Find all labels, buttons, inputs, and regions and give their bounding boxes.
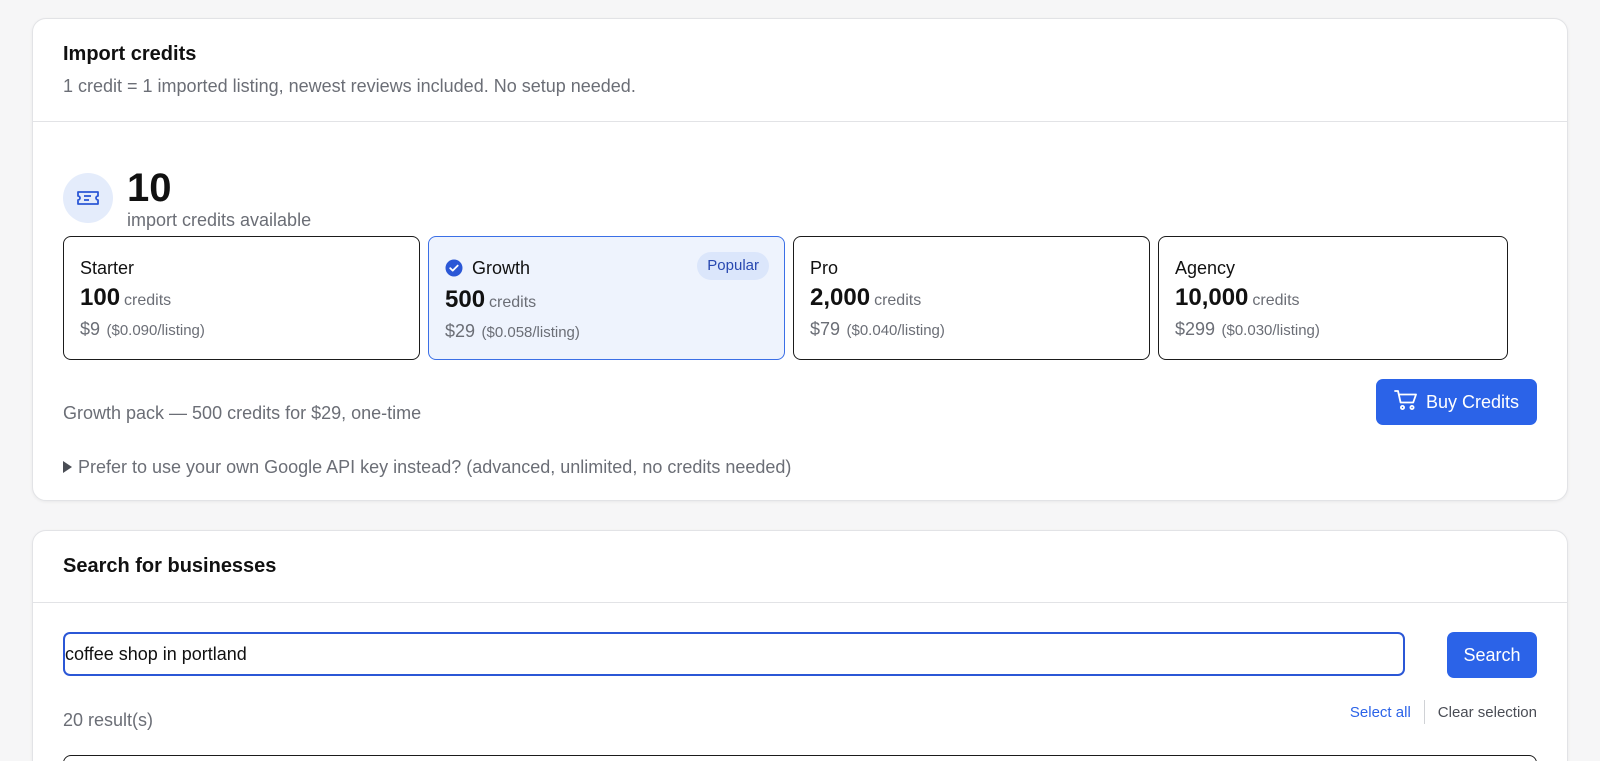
search-businesses-card: Search for businesses Search 20 result(s…	[32, 530, 1568, 761]
select-all-link[interactable]: Select all	[1350, 704, 1424, 721]
pack-credits-value: 10,000	[1175, 284, 1249, 311]
import-credits-subtitle: 1 credit = 1 imported listing, newest re…	[63, 76, 636, 96]
pack-credits: 100 credits	[80, 285, 403, 314]
search-businesses-title: Search for businesses	[63, 555, 277, 577]
import-credits-title: Import credits	[63, 43, 197, 65]
selection-actions: Select all Clear selection	[1350, 699, 1537, 725]
pack-price: $29 ($0.058/listing)	[445, 320, 768, 344]
pack-name: Starter	[80, 258, 135, 278]
pack-price: $79 ($0.040/listing)	[810, 318, 1133, 342]
pack-credits-unit: credits	[489, 294, 537, 311]
pack-name: Pro	[810, 258, 839, 278]
pack-credits-unit: credits	[1252, 292, 1300, 309]
business-search-input[interactable]	[63, 632, 1405, 676]
pack-credits: 500 credits	[445, 287, 768, 316]
search-row: Search	[63, 632, 1537, 678]
credit-balance-label: import credits available	[127, 210, 312, 230]
pack-credits-value: 500	[445, 286, 486, 313]
pack-name: Growth	[472, 258, 531, 278]
selected-pack-summary: Growth pack — 500 credits for $29, one-t…	[63, 403, 422, 423]
advanced-api-key-toggle[interactable]: Prefer to use your own Google API key in…	[63, 456, 791, 478]
result-item[interactable]	[63, 755, 1537, 761]
pack-starter[interactable]: Starter 100 credits $9 ($0.090/listing)	[63, 236, 420, 360]
disclosure-triangle-icon	[63, 461, 72, 473]
search-button[interactable]: Search	[1447, 632, 1537, 678]
import-credits-header: Import credits 1 credit = 1 imported lis…	[33, 19, 1567, 122]
pack-price-amount: $9	[80, 319, 101, 339]
pack-name: Agency	[1175, 258, 1236, 278]
pack-price-amount: $29	[445, 321, 476, 341]
pack-price-amount: $79	[810, 319, 841, 339]
pack-price-amount: $299	[1175, 319, 1216, 339]
check-circle-icon	[445, 259, 463, 277]
results-count: 20 result(s)	[63, 710, 154, 730]
buy-credits-label: Buy Credits	[1425, 391, 1520, 412]
pack-price: $9 ($0.090/listing)	[80, 318, 403, 342]
pack-credits-unit: credits	[124, 292, 172, 309]
pack-credits: 10,000 credits	[1175, 285, 1491, 314]
pack-price-per-listing: ($0.090/listing)	[106, 322, 205, 339]
pack-price: $299 ($0.030/listing)	[1175, 318, 1491, 342]
pack-pro[interactable]: Pro 2,000 credits $79 ($0.040/listing)	[793, 236, 1150, 360]
pack-agency[interactable]: Agency 10,000 credits $299 ($0.030/listin…	[1158, 236, 1508, 360]
buy-credits-button[interactable]: Buy Credits	[1376, 379, 1537, 425]
credit-packs: Starter 100 credits $9 ($0.090/listing) G…	[63, 236, 1537, 360]
pack-credits: 2,000 credits	[810, 285, 1133, 314]
advanced-api-key-label: Prefer to use your own Google API key in…	[78, 457, 792, 477]
pack-price-per-listing: ($0.040/listing)	[846, 322, 945, 339]
pack-growth[interactable]: Growth Popular 500 credits $29 ($0.058/li…	[428, 236, 785, 360]
pack-credits-value: 2,000	[810, 284, 871, 311]
import-credits-card: Import credits 1 credit = 1 imported lis…	[32, 18, 1568, 501]
pack-credits-unit: credits	[874, 292, 922, 309]
clear-selection-link[interactable]: Clear selection	[1425, 704, 1537, 721]
search-businesses-header: Search for businesses	[33, 531, 1567, 603]
pack-credits-value: 100	[80, 284, 121, 311]
pack-price-per-listing: ($0.058/listing)	[481, 324, 580, 341]
credit-balance-value: 10	[127, 166, 172, 210]
ticket-icon	[63, 173, 113, 223]
popular-badge: Popular	[697, 252, 769, 280]
pack-price-per-listing: ($0.030/listing)	[1221, 322, 1320, 339]
cart-icon	[1394, 389, 1418, 416]
